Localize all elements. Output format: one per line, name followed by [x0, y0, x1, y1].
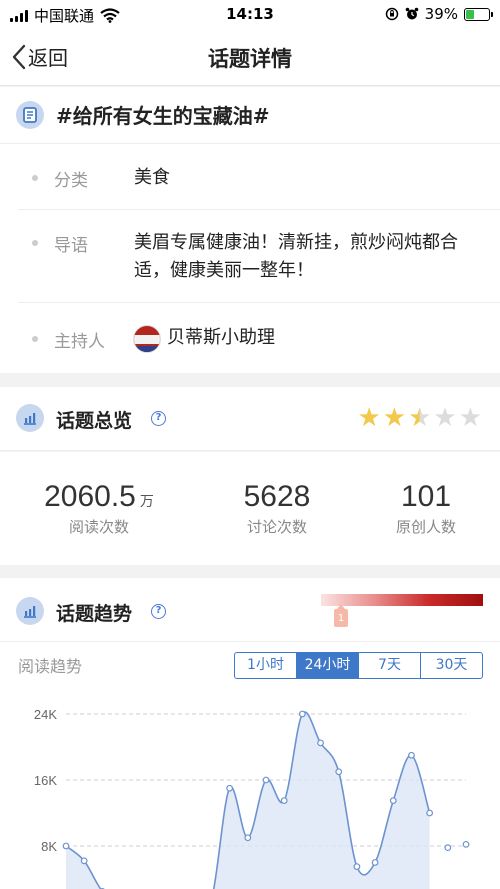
stat-creators: 101 原创人数 — [346, 480, 500, 537]
range-tab[interactable]: 7天 — [359, 653, 421, 678]
data-point[interactable] — [389, 797, 397, 805]
rating-star-icon: ★ — [458, 403, 482, 433]
range-tab[interactable]: 30天 — [421, 653, 482, 678]
intro-label: 导语 — [54, 236, 88, 256]
rating-star-icon: ★ — [433, 403, 457, 433]
y-tick-label: 16K — [34, 773, 57, 788]
data-point[interactable] — [353, 863, 361, 871]
page-title: 话题详情 — [208, 47, 292, 71]
category-label: 分类 — [54, 171, 88, 191]
stat-discussions: 5628 讨论次数 — [197, 480, 357, 537]
rating-stars: ★ ★ ★ ★ ★ — [357, 404, 482, 432]
data-point[interactable] — [298, 710, 306, 718]
rating-star-icon: ★ — [357, 403, 381, 433]
stat-value: 101 — [400, 480, 452, 513]
rating-star-icon: ★ — [408, 403, 432, 433]
data-point[interactable] — [244, 834, 252, 842]
status-bar: 中国联通 14:13 39% — [0, 0, 500, 30]
y-tick-label: 8K — [41, 839, 57, 854]
overview-title: 话题总览 — [56, 410, 133, 432]
host-label: 主持人 — [54, 332, 105, 352]
host-avatar[interactable] — [133, 325, 161, 353]
divider — [18, 302, 500, 303]
bullet — [32, 240, 38, 246]
data-point[interactable] — [444, 844, 452, 852]
stat-label: 讨论次数 — [246, 518, 307, 536]
data-point[interactable] — [226, 784, 234, 792]
data-point[interactable] — [408, 751, 415, 759]
status-right: 39% — [385, 5, 493, 23]
data-point[interactable] — [262, 776, 270, 784]
trend-title: 话题趋势 — [56, 603, 133, 625]
y-tick-label: 24K — [34, 707, 57, 722]
help-icon[interactable]: ? — [151, 411, 166, 426]
stat-label: 原创人数 — [395, 518, 456, 536]
divider — [18, 209, 500, 210]
stat-value: 5628 — [243, 480, 311, 513]
stats-chart-icon — [16, 404, 44, 432]
bullet — [32, 175, 38, 181]
stat-label: 阅读次数 — [68, 518, 129, 536]
heat-level-marker: 1 — [334, 604, 348, 627]
trend-chart-icon — [16, 597, 44, 625]
divider — [0, 143, 500, 144]
data-point[interactable] — [335, 768, 343, 776]
nav-bar: 返回 话题详情 — [0, 30, 500, 86]
rotation-lock-icon — [385, 7, 398, 21]
intro-value: 美眉专属健康油！清新挂，煎炒闷炖都合适，健康美丽一整年！ — [134, 232, 458, 281]
data-point[interactable] — [462, 840, 470, 848]
battery-percent: 39% — [424, 5, 458, 23]
data-point[interactable] — [80, 857, 88, 865]
data-point[interactable] — [371, 859, 379, 866]
category-value: 美食 — [134, 167, 170, 188]
host-name[interactable]: 贝蒂斯小助理 — [167, 324, 275, 352]
battery-level — [466, 9, 475, 19]
divider — [0, 641, 500, 642]
range-tab[interactable]: 24小时 — [297, 653, 359, 678]
read-trend-chart: 24K 16K 8K — [34, 707, 470, 889]
range-tab[interactable]: 1小时 — [235, 653, 297, 678]
data-point[interactable] — [280, 797, 288, 805]
rating-star-icon: ★ — [382, 403, 407, 433]
stat-unit: 万 — [139, 494, 154, 510]
data-point[interactable] — [317, 739, 324, 747]
help-icon[interactable]: ? — [151, 604, 166, 619]
data-point[interactable] — [62, 842, 70, 850]
stat-reads: 2060.5 万 阅读次数 — [19, 480, 179, 537]
stat-value: 2060.5 — [44, 480, 136, 513]
bullet — [32, 336, 38, 342]
alarm-icon — [405, 7, 418, 20]
battery-icon — [464, 7, 493, 21]
range-selector: 1小时 24小时 7天 30天 — [234, 652, 483, 679]
heat-scale-bar — [321, 594, 483, 606]
document-icon — [16, 101, 44, 129]
data-point[interactable] — [426, 809, 434, 817]
read-trend-label: 阅读趋势 — [18, 657, 83, 676]
topic-title: #给所有女生的宝藏油# — [56, 104, 270, 128]
